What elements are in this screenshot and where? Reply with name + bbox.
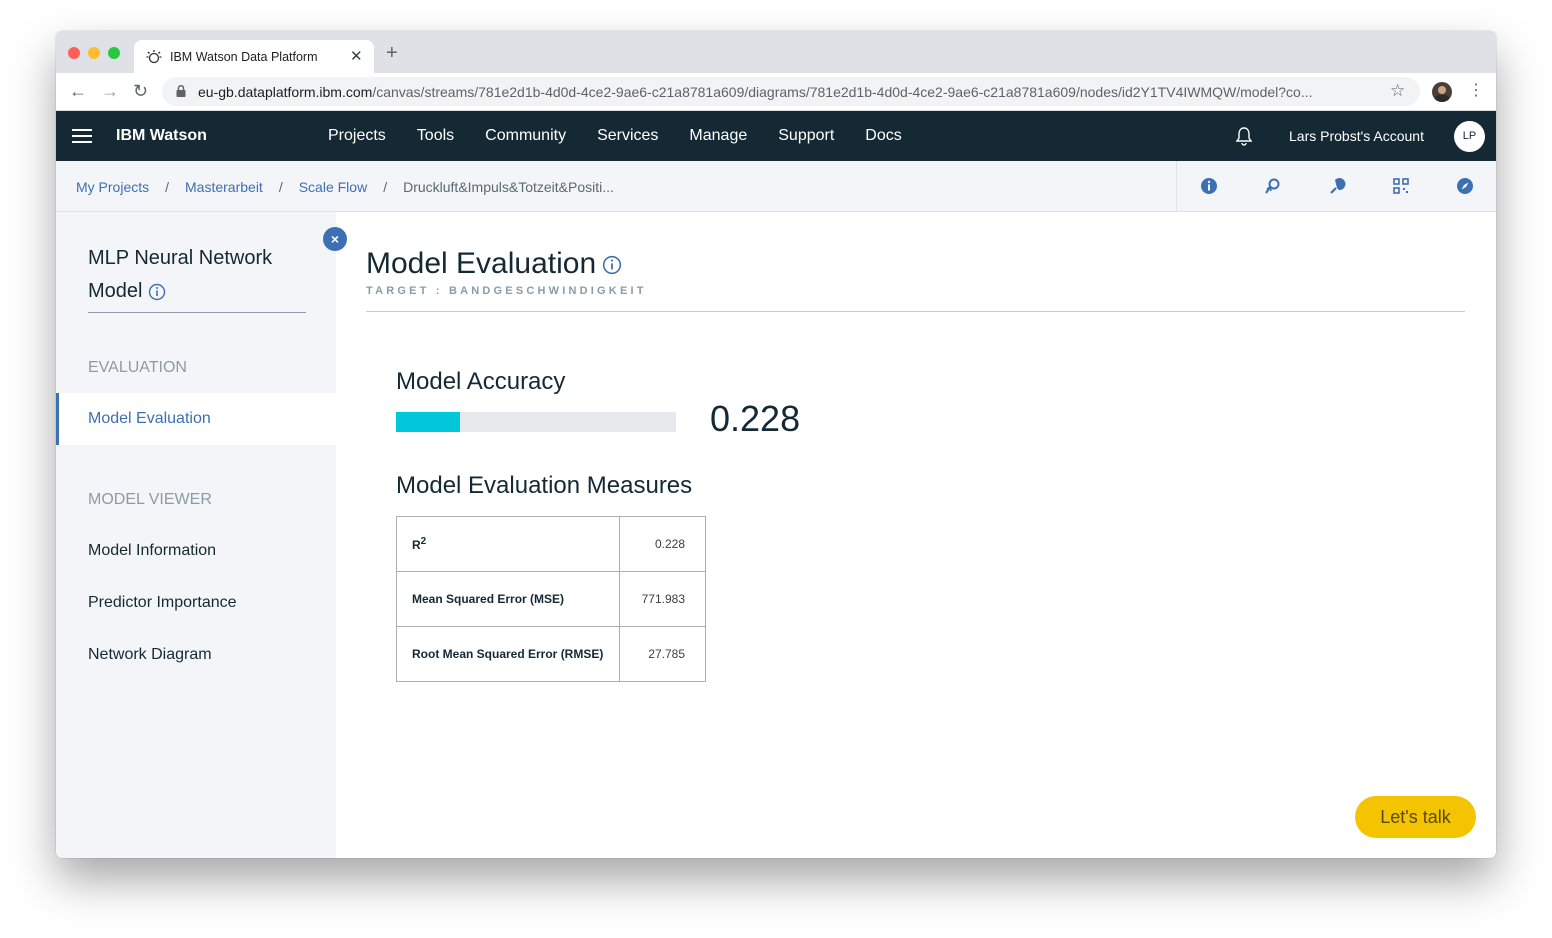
url-path: /canvas/streams/781e2d1b-4d0d-4ce2-9ae6-… [372,84,1313,100]
watson-favicon-icon [146,50,162,64]
new-tab-icon[interactable]: + [386,43,398,63]
table-row: Root Mean Squared Error (RMSE) 27.785 [396,626,706,682]
reload-icon[interactable]: ↻ [133,81,148,101]
breadcrumb-scale-flow[interactable]: Scale Flow [299,179,367,195]
nav-community[interactable]: Community [485,127,566,145]
breadcrumb-my-projects[interactable]: My Projects [76,179,149,195]
refresh-icon[interactable] [1264,177,1282,195]
close-window-button[interactable] [68,47,80,59]
model-accuracy-label: Model Accuracy [396,368,566,395]
sidebar-divider [88,312,306,313]
page-title: Model Evaluation [366,247,622,281]
lock-icon [176,84,186,97]
breadcrumb-separator: / [165,179,170,195]
sidebar: MLP Neural Network Model EVALUATION Mode… [56,212,336,858]
address-bar[interactable]: eu-gb.dataplatform.ibm.com/canvas/stream… [162,77,1420,106]
close-tab-icon[interactable]: ✕ [350,47,363,65]
measure-name: Root Mean Squared Error (RMSE) [396,626,620,682]
sidebar-item-model-evaluation[interactable]: Model Evaluation [56,393,336,445]
bookmark-star-icon[interactable]: ☆ [1390,81,1405,101]
measure-name-text: R [412,538,421,552]
breadcrumb-bar: My Projects / Masterarbeit / Scale Flow … [56,161,1496,212]
user-avatar[interactable]: LP [1454,121,1485,152]
measures-table: R2 0.228 Mean Squared Error (MSE) 771.98… [396,516,706,682]
nav-services[interactable]: Services [597,127,658,145]
sidebar-item-network-diagram[interactable]: Network Diagram [56,629,336,681]
sidebar-item-model-information[interactable]: Model Information [56,525,336,577]
minimize-window-button[interactable] [88,47,100,59]
back-icon[interactable]: ← [69,81,87,101]
browser-tab-bar: IBM Watson Data Platform ✕ + [56,31,1496,73]
model-accuracy-value: 0.228 [710,398,801,439]
info-icon[interactable] [148,283,166,301]
browser-tab[interactable]: IBM Watson Data Platform ✕ [134,40,374,73]
lets-talk-button[interactable]: Let's talk [1355,796,1476,838]
canvas-toolbar [1176,161,1496,211]
url-text: eu-gb.dataplatform.ibm.com/canvas/stream… [198,84,1313,100]
tab-title: IBM Watson Data Platform [170,50,318,64]
measures-label: Model Evaluation Measures [396,472,693,499]
page-title-text: Model Evaluation [366,247,597,280]
breadcrumb: My Projects / Masterarbeit / Scale Flow … [76,179,614,195]
browser-window: IBM Watson Data Platform ✕ + ← → ↻ eu-gb… [56,31,1496,858]
sidebar-item-predictor-importance[interactable]: Predictor Importance [56,577,336,629]
breadcrumb-separator: / [383,179,388,195]
profile-avatar-icon[interactable] [1432,82,1452,102]
accuracy-bar-fill [396,412,460,432]
breadcrumb-separator: / [278,179,283,195]
browser-menu-icon[interactable]: ⋮ [1468,81,1484,101]
browser-toolbar: ← → ↻ eu-gb.dataplatform.ibm.com/canvas/… [56,73,1496,111]
notification-bell-icon[interactable] [1234,126,1254,146]
hamburger-menu-icon[interactable] [72,129,92,143]
nav-manage[interactable]: Manage [689,127,747,145]
window-controls [68,47,120,59]
measure-name: Mean Squared Error (MSE) [396,571,620,627]
measure-value: 771.983 [619,571,706,627]
zoom-window-button[interactable] [108,47,120,59]
forward-icon[interactable]: → [101,81,119,101]
sidebar-section-model-viewer: MODEL VIEWER [88,491,212,508]
url-host: eu-gb.dataplatform.ibm.com [198,84,373,100]
title-divider [366,311,1465,312]
app-header: IBM Watson Projects Tools Community Serv… [56,111,1496,161]
account-name[interactable]: Lars Probst's Account [1289,128,1424,144]
nav-support[interactable]: Support [778,127,834,145]
breadcrumb-current: Druckluft&Impuls&Totzeit&Positi... [403,179,614,195]
table-row: R2 0.228 [396,516,706,572]
accuracy-bar [396,412,676,432]
sidebar-title-text: MLP Neural Network Model [88,247,273,302]
brand-logo[interactable]: IBM Watson [116,127,207,145]
target-subtitle: TARGET : BANDGESCHWINDIGKEIT [366,285,647,297]
brush-icon[interactable] [1328,177,1346,195]
breadcrumb-masterarbeit[interactable]: Masterarbeit [185,179,263,195]
nav-projects[interactable]: Projects [328,127,386,145]
measure-superscript: 2 [420,536,427,547]
sidebar-section-evaluation: EVALUATION [88,359,187,376]
measure-value: 27.785 [619,626,706,682]
compass-icon[interactable] [1456,177,1474,195]
nav-docs[interactable]: Docs [865,127,901,145]
info-icon[interactable] [602,255,622,275]
table-row: Mean Squared Error (MSE) 771.983 [396,571,706,627]
sidebar-title: MLP Neural Network Model [88,242,308,308]
close-panel-button[interactable]: × [323,227,347,251]
top-nav: Projects Tools Community Services Manage… [328,127,933,145]
qr-code-icon[interactable] [1392,177,1410,195]
measure-name: R2 [396,516,620,572]
measure-value: 0.228 [619,516,706,572]
info-icon[interactable] [1200,177,1218,195]
nav-tools[interactable]: Tools [417,127,454,145]
